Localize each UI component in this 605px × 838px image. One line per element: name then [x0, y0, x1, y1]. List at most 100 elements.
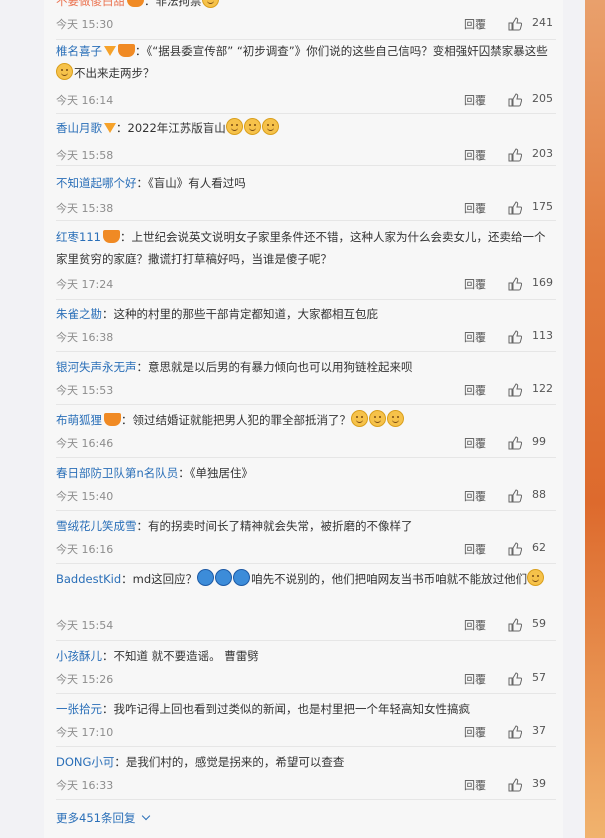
comment-text: 雪绒花儿笑成雪：有的拐卖时间长了精神就会失常，被折磨的不像样了: [56, 515, 556, 537]
like-button[interactable]: 39: [508, 777, 558, 795]
reply-button[interactable]: 回覆: [464, 541, 486, 557]
comment-username[interactable]: 一张拾元: [56, 702, 102, 716]
reply-button[interactable]: 回覆: [464, 777, 486, 793]
comment-time: 今天 16:46: [56, 437, 114, 450]
reply-button[interactable]: 回覆: [464, 329, 486, 345]
comment-content: ：上世纪会说英文说明女子家里条件还不错，这种人家为什么会卖女儿，还卖给一个家里贫…: [56, 230, 546, 266]
reply-button[interactable]: 回覆: [464, 617, 486, 633]
comment-content: ：不知道 就不要造谣。 曹雷劈: [102, 649, 259, 663]
chevron-down-icon: [142, 811, 151, 821]
comment-item: 朱雀之勘：这种的村里的那些干部肯定都知道，大家都相互包庇 今天 16:38 回覆…: [56, 303, 556, 352]
comment-username[interactable]: 红枣111: [56, 230, 101, 244]
thumbs-up-icon: [508, 383, 522, 397]
like-count: 175: [532, 200, 553, 213]
comment-meta: 今天 15:30 回覆 241: [56, 16, 556, 34]
comment-username[interactable]: 雪绒花儿笑成雪: [56, 519, 137, 533]
thumbs-up-icon: [508, 725, 522, 739]
comment-content: ：有的拐卖时间长了精神就会失常，被折磨的不像样了: [136, 519, 413, 533]
like-button[interactable]: 37: [508, 724, 558, 742]
like-button[interactable]: 203: [508, 147, 558, 165]
thumbs-up-icon: [508, 17, 522, 31]
like-button[interactable]: 169: [508, 276, 558, 294]
like-count: 169: [532, 276, 553, 289]
comment-item: DONG小可：是我们村的，感觉是拐来的，希望可以查查 今天 16:33 回覆 3…: [56, 751, 556, 800]
like-count: 122: [532, 382, 553, 395]
comment-time: 今天 16:33: [56, 779, 114, 792]
like-button[interactable]: 57: [508, 671, 558, 689]
like-button[interactable]: 59: [508, 617, 558, 635]
comment-meta: 今天 15:26 回覆 57: [56, 671, 556, 689]
more-replies-link[interactable]: 更多451条回复: [56, 810, 151, 826]
reply-button[interactable]: 回覆: [464, 724, 486, 740]
comment-username[interactable]: 不知道起哪个好: [56, 176, 137, 190]
comment-username[interactable]: 小孩酥儿: [56, 649, 102, 663]
comment-item: 椎名喜子 ：《“据县委宣传部” “初步调查”》你们说的这些自己信吗？变相强奸囚禁家…: [56, 40, 556, 114]
vip-badge-icon: [104, 46, 116, 56]
comment-meta: 今天 17:24 回覆 169: [56, 276, 556, 294]
comment-username[interactable]: DONG小可: [56, 755, 114, 769]
comment-username[interactable]: 香山月歌: [56, 121, 102, 135]
thumbs-up-icon: [508, 618, 522, 632]
comment-username[interactable]: 春日部防卫队第n名队员: [56, 466, 178, 480]
reply-button[interactable]: 回覆: [464, 488, 486, 504]
comment-text: 春日部防卫队第n名队员：《单独居住》: [56, 462, 556, 484]
comment-content: ：《盲山》有人看过吗: [136, 176, 246, 190]
thumbs-up-icon: [508, 330, 522, 344]
comment-username[interactable]: BaddestKid: [56, 572, 121, 586]
comment-item: 春日部防卫队第n名队员：《单独居住》 今天 15:40 回覆 88: [56, 462, 556, 511]
comment-text: 红枣111 ：上世纪会说英文说明女子家里条件还不错，这种人家为什么会卖女儿，还卖给…: [56, 226, 556, 270]
thumbs-up-icon: [508, 277, 522, 291]
thumbs-up-icon: [508, 93, 522, 107]
comment-meta: 今天 15:54 回覆 59: [56, 617, 556, 635]
reply-button[interactable]: 回覆: [464, 92, 486, 108]
comment-text: 椎名喜子 ：《“据县委宣传部” “初步调查”》你们说的这些自己信吗？变相强奸囚禁家…: [56, 40, 556, 84]
like-button[interactable]: 62: [508, 541, 558, 559]
shark-emoji-icon: [197, 569, 215, 586]
reply-button[interactable]: 回覆: [464, 382, 486, 398]
comment-meta: 今天 17:10 回覆 37: [56, 724, 556, 742]
reply-button[interactable]: 回覆: [464, 16, 486, 32]
comment-username[interactable]: 银河失声永无声: [56, 360, 137, 374]
comment-time: 今天 16:14: [56, 94, 114, 107]
like-button[interactable]: 205: [508, 92, 558, 110]
like-count: 113: [532, 329, 553, 342]
comment-meta: 今天 15:40 回覆 88: [56, 488, 556, 506]
like-button[interactable]: 122: [508, 382, 558, 400]
thumbs-up-icon: [508, 436, 522, 450]
comment-meta: 今天 16:16 回覆 62: [56, 541, 556, 559]
comment-username[interactable]: 椎名喜子: [56, 44, 102, 58]
smirk-emoji-icon: [387, 410, 404, 427]
smirk-emoji-icon: [369, 410, 386, 427]
like-button[interactable]: 99: [508, 435, 558, 453]
comment-meta: 今天 16:38 回覆 113: [56, 329, 556, 347]
reply-button[interactable]: 回覆: [464, 147, 486, 163]
reply-button[interactable]: 回覆: [464, 435, 486, 451]
shark-emoji-icon: [215, 569, 233, 586]
comment-text: 小孩酥儿：不知道 就不要造谣。 曹雷劈: [56, 645, 556, 667]
smirk-emoji-icon: [225, 118, 243, 135]
comment-item: BaddestKid：md这回应？ 咱先不说别的，他们把咱网友当书币咱就不能放过他…: [56, 568, 556, 641]
comment-content: ：非法拘禁: [144, 0, 202, 8]
reply-button[interactable]: 回覆: [464, 200, 486, 216]
comment-list: 不要做傻白甜 ：非法拘禁 今天 15:30 回覆 241 椎名喜子 ：《“据县委宣传…: [44, 0, 563, 838]
comment-username[interactable]: 朱雀之勘: [56, 307, 102, 321]
reply-button[interactable]: 回覆: [464, 671, 486, 687]
like-button[interactable]: 88: [508, 488, 558, 506]
smirk-emoji-icon: [527, 569, 545, 586]
comment-meta: 今天 15:58 回覆 203: [56, 147, 556, 165]
comment-time: 今天 15:40: [56, 490, 114, 503]
face-emoji-icon: [56, 63, 73, 80]
comment-username[interactable]: 布萌狐狸: [56, 413, 102, 427]
comment-item: 银河失声永无声：意思就是以后男的有暴力倾向也可以用狗链栓起来呗 今天 15:53…: [56, 356, 556, 405]
like-button[interactable]: 175: [508, 200, 558, 218]
shark-emoji-icon: [233, 569, 251, 586]
comment-username[interactable]: 不要做傻白甜: [56, 0, 125, 8]
like-button[interactable]: 241: [508, 16, 558, 34]
comment-text: 不知道起哪个好：《盲山》有人看过吗: [56, 172, 556, 194]
comment-meta: 今天 16:14 回覆 205: [56, 92, 556, 110]
like-button[interactable]: 113: [508, 329, 558, 347]
comment-time: 今天 16:38: [56, 331, 114, 344]
comment-item: 一张拾元：我咋记得上回也看到过类似的新闻，也是村里把一个年轻高知女性搞疯 今天 …: [56, 698, 556, 747]
reply-button[interactable]: 回覆: [464, 276, 486, 292]
like-count: 205: [532, 92, 553, 105]
